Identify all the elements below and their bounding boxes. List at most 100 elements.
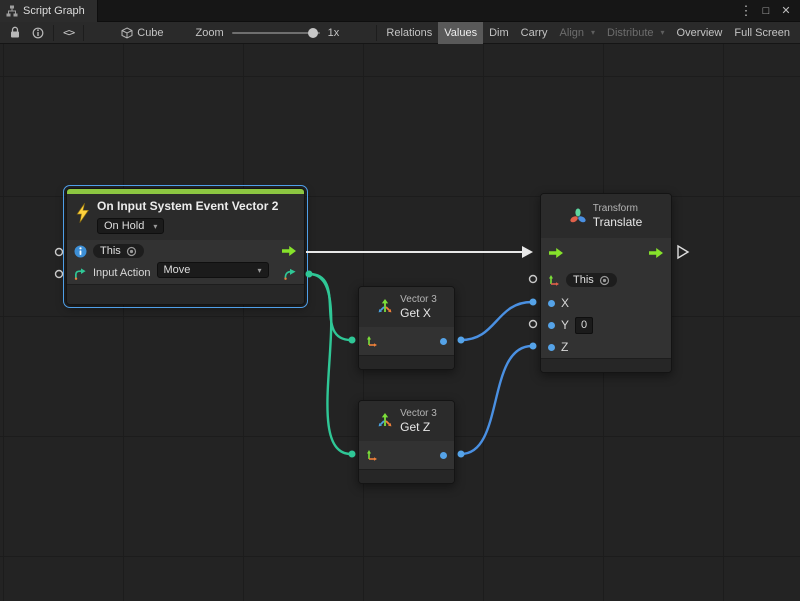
fullscreen-button[interactable]: Full Screen	[728, 22, 796, 44]
translate-this-port[interactable]	[530, 276, 537, 283]
wire-vector2-to-get-x[interactable]	[309, 274, 351, 340]
translate-header-text: Transform Translate	[593, 203, 643, 229]
translate-flow-row	[541, 238, 671, 268]
vector3-icon	[376, 298, 394, 316]
get-z-output-port[interactable]	[458, 451, 465, 458]
port-y-label: Y	[561, 318, 569, 332]
event-node-header-text: On Input System Event Vector 2 On Hold ▾	[97, 199, 278, 234]
values-button[interactable]: Values	[438, 22, 483, 44]
translate-this-pill[interactable]: This	[566, 273, 617, 287]
vector3-input-icon[interactable]	[366, 449, 378, 461]
input-action-dropdown[interactable]: Move ▾	[157, 262, 269, 278]
wire-flow-arrowhead	[522, 246, 533, 258]
flow-output-arrow-icon[interactable]	[281, 245, 297, 257]
float-input-port[interactable]	[548, 322, 555, 329]
cube-icon	[121, 27, 133, 39]
node-on-input-system-event[interactable]: On Input System Event Vector 2 On Hold ▾…	[66, 188, 305, 305]
translate-x-row: X	[541, 292, 671, 314]
distribute-dropdown-button[interactable]: Distribute▾	[601, 22, 670, 44]
zoom-slider-handle[interactable]	[308, 28, 318, 38]
graph-icon	[6, 5, 18, 17]
get-x-output-port[interactable]	[458, 337, 465, 344]
event-this-port[interactable]	[56, 271, 63, 278]
chevron-down-icon: ▾	[257, 266, 261, 275]
input-action-icon	[74, 267, 87, 280]
translate-y-port[interactable]	[530, 321, 537, 328]
get-z-title: Get Z	[400, 420, 437, 434]
get-x-input-port[interactable]	[349, 337, 356, 344]
event-flow-in-port[interactable]	[56, 249, 63, 256]
translate-footer	[541, 358, 671, 372]
wire-vector2-to-get-z[interactable]	[309, 274, 351, 454]
toolbar-separator	[53, 25, 54, 41]
translate-x-port[interactable]	[530, 299, 537, 306]
flow-output-arrow-icon[interactable]	[648, 247, 664, 259]
port-z-label: Z	[561, 340, 568, 354]
transform-icon	[570, 208, 586, 224]
translate-z-port[interactable]	[530, 343, 537, 350]
tab-script-graph[interactable]: Script Graph	[0, 0, 98, 22]
toolbar-separator	[376, 25, 377, 41]
float-output-port[interactable]	[440, 338, 447, 345]
target-picker-icon[interactable]	[599, 275, 610, 286]
zoom-slider[interactable]	[232, 32, 320, 34]
vector3-icon	[376, 412, 394, 430]
graph-canvas[interactable]: On Input System Event Vector 2 On Hold ▾…	[0, 44, 800, 601]
align-dropdown-button[interactable]: Align▾	[554, 22, 601, 44]
vector2-output-icon[interactable]	[283, 267, 297, 280]
port-y-value-field[interactable]: 0	[575, 317, 593, 334]
flow-input-arrow-icon[interactable]	[548, 247, 564, 259]
input-action-label: Input Action	[93, 267, 151, 279]
flow-continue-icon[interactable]	[678, 246, 688, 258]
float-output-port[interactable]	[440, 452, 447, 459]
event-this-pill[interactable]: This	[93, 244, 144, 258]
maximize-icon[interactable]: □	[758, 2, 774, 20]
chevron-down-icon: ▾	[661, 28, 665, 37]
vector3-input-icon[interactable]	[366, 335, 378, 347]
window-menu-icon[interactable]: ⋮	[738, 2, 754, 20]
lightning-icon	[75, 203, 90, 223]
transform-input-icon	[548, 274, 560, 286]
wire-get-z-to-translate-z[interactable]	[461, 346, 532, 454]
float-input-port[interactable]	[548, 344, 555, 351]
dim-button[interactable]: Dim	[483, 22, 515, 44]
lock-button[interactable]	[4, 22, 26, 44]
tab-bar: Script Graph ⋮ □ ✕	[0, 0, 800, 22]
event-mode-dropdown[interactable]: On Hold ▾	[97, 218, 164, 234]
get-x-category: Vector 3	[400, 294, 437, 306]
inspect-button[interactable]	[26, 22, 50, 44]
get-z-body	[359, 441, 454, 469]
target-object-label: Cube	[137, 27, 163, 39]
event-input-action-row: Input Action Move ▾	[67, 262, 304, 284]
get-x-body	[359, 327, 454, 355]
target-object-button[interactable]: Cube	[115, 22, 169, 44]
zoom-value: 1x	[328, 27, 340, 39]
vector2-output-port[interactable]	[306, 271, 313, 278]
translate-this-row: This	[541, 268, 671, 292]
toolbar-separator	[83, 25, 84, 41]
overview-button[interactable]: Overview	[671, 22, 729, 44]
get-x-footer	[359, 355, 454, 369]
node-transform-translate[interactable]: Transform Translate	[540, 193, 672, 373]
get-x-title: Get X	[400, 306, 437, 320]
target-picker-icon[interactable]	[126, 246, 137, 257]
zoom-control: Zoom 1x	[196, 27, 340, 39]
window-controls: ⋮ □ ✕	[738, 2, 800, 20]
float-input-port[interactable]	[548, 300, 555, 307]
get-z-footer	[359, 469, 454, 483]
relations-button[interactable]: Relations	[380, 22, 438, 44]
get-x-header: Vector 3 Get X	[359, 287, 454, 327]
node-vector3-get-z[interactable]: Vector 3 Get Z	[358, 400, 455, 484]
close-icon[interactable]: ✕	[778, 2, 794, 20]
get-z-category: Vector 3	[400, 408, 437, 420]
wire-get-x-to-translate-x[interactable]	[461, 302, 532, 340]
get-z-input-port[interactable]	[349, 451, 356, 458]
edit-source-button[interactable]: <>	[57, 22, 80, 44]
chevron-down-icon: ▾	[153, 222, 157, 231]
translate-title: Translate	[593, 215, 643, 229]
carry-button[interactable]: Carry	[515, 22, 554, 44]
node-vector3-get-x[interactable]: Vector 3 Get X	[358, 286, 455, 370]
zoom-label: Zoom	[196, 27, 224, 39]
script-graph-window: Script Graph ⋮ □ ✕ <>	[0, 0, 800, 601]
event-this-row: This	[67, 240, 304, 262]
